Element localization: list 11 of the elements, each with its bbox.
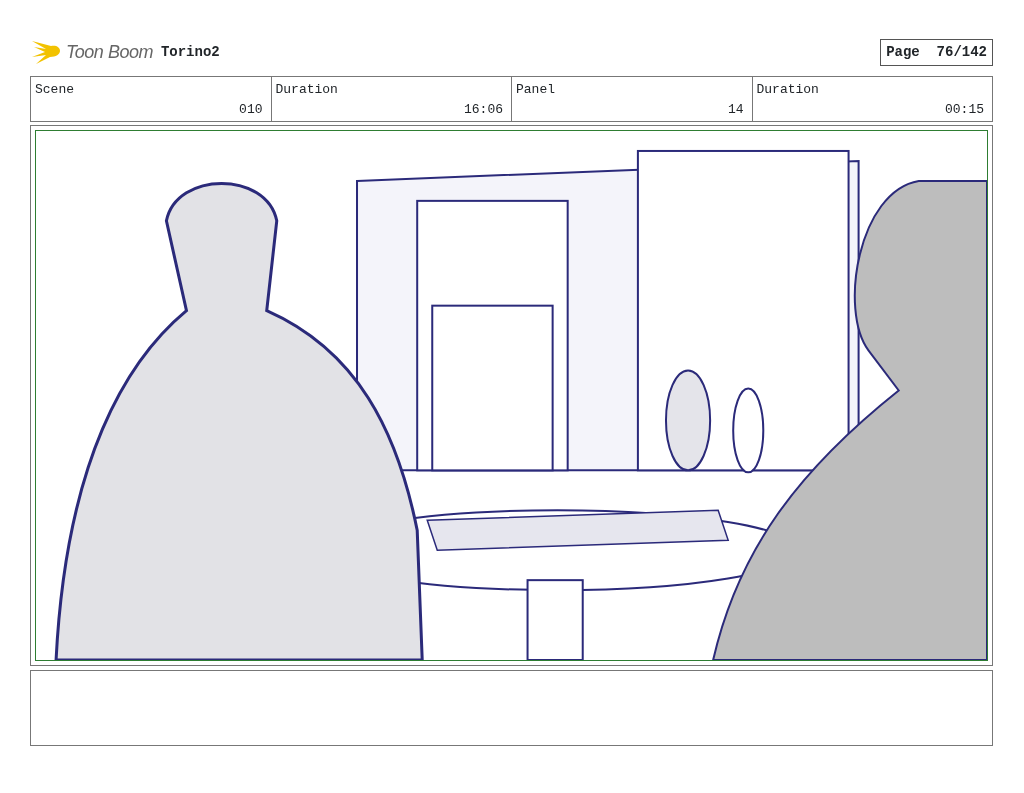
field-value: 010: [239, 100, 263, 119]
field-label: Scene: [35, 81, 74, 99]
field-value: 14: [727, 100, 744, 119]
field-label: Duration: [756, 81, 819, 99]
project-title: Torino2: [160, 42, 220, 62]
logo-text: Toon Boom: [66, 40, 153, 64]
field-label: Duration: [275, 81, 338, 99]
field-label: Panel: [516, 81, 555, 99]
page-counter: Page 76/142: [880, 38, 993, 66]
field-value: 00:15: [945, 100, 984, 119]
field-value: 16:06: [464, 100, 503, 119]
